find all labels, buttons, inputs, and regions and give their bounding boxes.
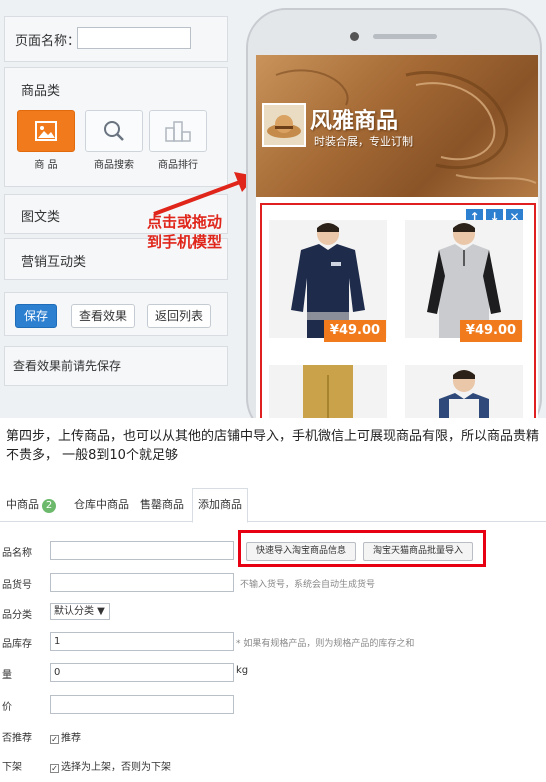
product-card[interactable]: ¥49.00 xyxy=(269,220,387,342)
annotation-line-2: 到手机模型 xyxy=(147,233,223,251)
shop-name: 风雅商品 xyxy=(310,108,399,134)
search-icon xyxy=(104,121,124,141)
recommend-check-label: 推荐 xyxy=(61,733,81,744)
product-tabs: 中商品 2 仓库中商品 售罄商品 添加商品 xyxy=(0,484,546,523)
goods-category-title: 商品类 xyxy=(21,84,61,99)
sku-hint: 不输入货号，系统会自动生成货号 xyxy=(240,580,376,590)
field-recommend-label: 否推荐 xyxy=(2,733,32,744)
preview-button[interactable]: 查看效果 xyxy=(71,304,135,328)
product-card[interactable] xyxy=(269,365,387,418)
text-image-category-title: 图文类 xyxy=(21,210,61,225)
back-to-list-button[interactable]: 返回列表 xyxy=(147,304,211,328)
field-category-label: 品分类 xyxy=(2,610,32,621)
product-price: ¥49.00 xyxy=(460,320,522,342)
product-price: ¥49.00 xyxy=(324,320,386,342)
tab-on-sale-badge: 2 xyxy=(42,499,56,513)
image-icon xyxy=(35,121,57,141)
editor-screenshot: 页面名称： 商品类 商 品 商品搜索 商品排行 图文类 营销互动类 保存 查看效… xyxy=(0,0,546,418)
import-highlight: 快速导入淘宝商品信息 淘宝天猫商品批量导入 xyxy=(238,530,486,567)
field-shelf-label: 下架 xyxy=(2,762,22,773)
page-name-row: 页面名称： xyxy=(4,16,228,62)
product-card[interactable]: ¥49.00 xyxy=(405,220,523,342)
product-card[interactable] xyxy=(405,365,523,418)
check-icon: ✓ xyxy=(50,735,59,744)
stock-hint: * 如果有规格产品，则为规格产品的库存之和 xyxy=(236,639,415,649)
tab-warehouse[interactable]: 仓库中商品 xyxy=(74,496,129,512)
shelf-check-label: 选择为上架，否则为下架 xyxy=(61,762,171,773)
phone-speaker xyxy=(373,34,437,39)
drag-annotation: 点击或拖动 到手机模型 xyxy=(147,212,222,252)
action-bar: 保存 查看效果 返回列表 xyxy=(4,292,228,336)
shop-banner: 风雅商品 时装合展，专业订制 xyxy=(256,55,538,197)
product-image xyxy=(303,365,353,418)
batch-import-button[interactable]: 淘宝天猫商品批量导入 xyxy=(363,542,473,561)
quick-import-button[interactable]: 快速导入淘宝商品信息 xyxy=(246,542,356,561)
page-name-label: 页面名称： xyxy=(15,34,81,49)
shop-slogan: 时装合展，专业订制 xyxy=(314,135,413,148)
tile-goods-search-label: 商品搜索 xyxy=(94,160,134,171)
field-name-label: 品名称 xyxy=(2,548,32,559)
stock-input[interactable]: 1 xyxy=(50,632,234,651)
tile-goods-ranking-label: 商品排行 xyxy=(158,160,198,171)
goods-category: 商品类 商 品 商品搜索 商品排行 xyxy=(4,67,228,187)
annotation-line-1: 点击或拖动 xyxy=(147,213,223,231)
check-icon: ✓ xyxy=(50,764,59,773)
tab-on-sale[interactable]: 中商品 2 xyxy=(6,496,56,513)
save-hint: 查看效果前请先保存 xyxy=(13,359,122,373)
phone-camera xyxy=(350,32,359,41)
tab-add-product[interactable]: 添加商品 xyxy=(192,488,248,523)
weight-input[interactable]: 0 xyxy=(50,663,234,682)
phone-screen: 风雅商品 时装合展，专业订制 ↑ ↓ ✕ ¥49.00 ¥49.00 xyxy=(256,55,538,418)
instruction-text: 第四步，上传商品，也可以从其他的店铺中导入，手机微信上可展现商品有限，所以商品贵… xyxy=(6,429,540,463)
field-stock-label: 品库存 xyxy=(2,639,32,650)
product-image xyxy=(439,370,489,418)
page-name-input[interactable] xyxy=(77,27,191,49)
product-sku-input[interactable] xyxy=(50,573,234,592)
marketing-category-title: 营销互动类 xyxy=(21,255,87,270)
tile-goods-search[interactable] xyxy=(85,110,143,152)
hat-icon xyxy=(267,115,301,138)
field-price-label: 价 xyxy=(2,702,12,713)
shelf-checkbox[interactable]: ✓ 选择为上架，否则为下架 xyxy=(50,758,171,773)
price-input[interactable] xyxy=(50,695,234,714)
ranking-icon xyxy=(165,121,191,142)
tile-goods-label: 商 品 xyxy=(34,160,58,171)
tab-on-sale-label: 中商品 xyxy=(6,498,39,511)
field-weight-label: 量 xyxy=(2,670,12,681)
shop-logo xyxy=(262,103,306,147)
save-hint-box: 查看效果前请先保存 xyxy=(4,346,228,386)
tab-sold-out[interactable]: 售罄商品 xyxy=(140,496,184,512)
tile-goods[interactable] xyxy=(17,110,75,152)
field-sku-label: 品货号 xyxy=(2,580,32,591)
category-select[interactable]: 默认分类 ▼ xyxy=(50,603,110,620)
save-button[interactable]: 保存 xyxy=(15,304,57,328)
product-name-input[interactable] xyxy=(50,541,234,560)
tile-goods-ranking[interactable] xyxy=(149,110,207,152)
weight-unit: kg xyxy=(236,665,249,676)
recommend-checkbox[interactable]: ✓ 推荐 xyxy=(50,729,81,744)
